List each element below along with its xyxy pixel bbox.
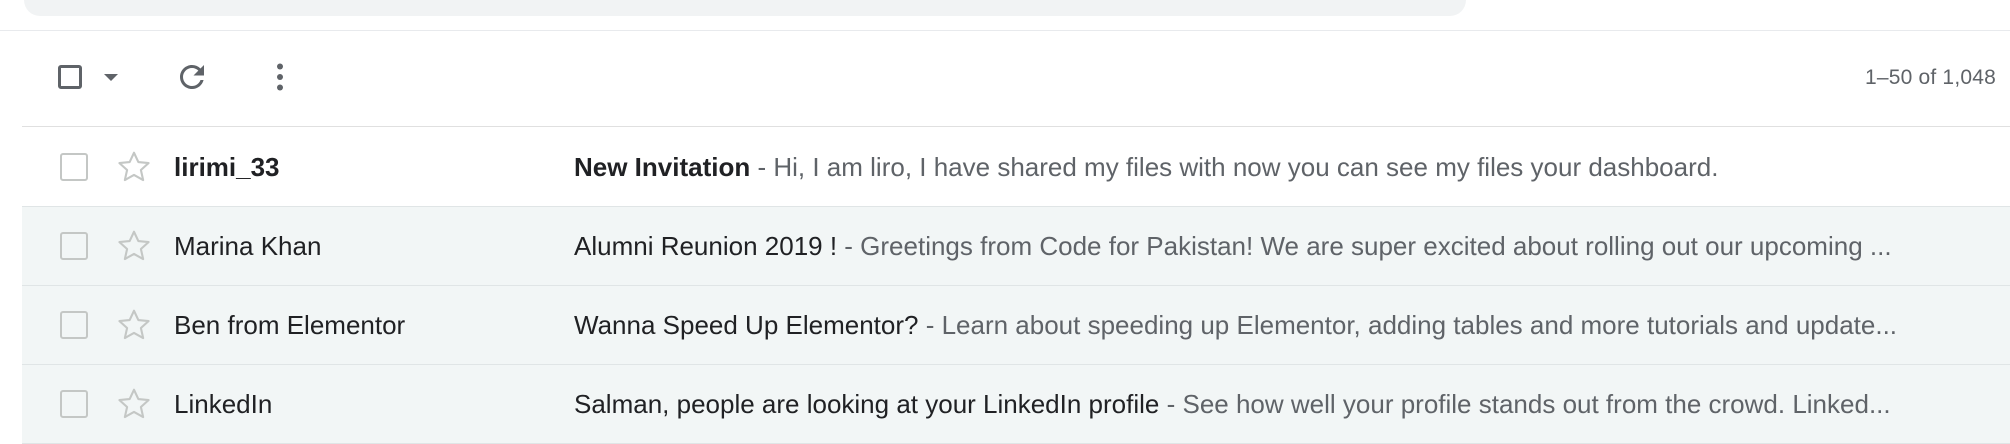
row-checkbox[interactable] xyxy=(60,390,88,418)
email-sender: Marina Khan xyxy=(174,231,322,261)
email-content: Wanna Speed Up Elementor? - Learn about … xyxy=(574,310,2010,341)
email-sender: lirimi_33 xyxy=(174,152,280,182)
select-all-checkbox[interactable] xyxy=(58,65,82,89)
row-checkbox[interactable] xyxy=(60,232,88,260)
email-subject: New Invitation xyxy=(574,152,751,182)
star-icon[interactable] xyxy=(116,386,152,422)
email-subject: Alumni Reunion 2019 ! xyxy=(574,231,838,261)
email-subject: Salman, people are looking at your Linke… xyxy=(574,389,1160,419)
star-icon[interactable] xyxy=(116,149,152,185)
email-row[interactable]: Ben from Elementor Wanna Speed Up Elemen… xyxy=(22,286,2010,365)
star-icon[interactable] xyxy=(116,307,152,343)
email-content: Alumni Reunion 2019 ! - Greetings from C… xyxy=(574,231,2010,262)
email-row[interactable]: lirimi_33 New Invitation - Hi, I am liro… xyxy=(22,128,2010,207)
more-vert-icon[interactable] xyxy=(262,59,298,95)
caret-down-icon[interactable] xyxy=(102,73,120,83)
email-sender: LinkedIn xyxy=(174,389,273,419)
star-icon[interactable] xyxy=(116,228,152,264)
mail-toolbar: 1–50 of 1,048 xyxy=(22,31,2010,127)
email-sender: Ben from Elementor xyxy=(174,310,406,340)
row-checkbox[interactable] xyxy=(60,153,88,181)
refresh-icon[interactable] xyxy=(174,59,210,95)
email-snippet: - Hi, I am liro, I have shared my files … xyxy=(750,152,1719,182)
email-snippet: - Greetings from Code for Pakistan! We a… xyxy=(837,231,1892,261)
email-content: New Invitation - Hi, I am liro, I have s… xyxy=(574,152,2010,183)
email-subject: Wanna Speed Up Elementor? xyxy=(574,310,919,340)
search-bar[interactable] xyxy=(24,0,1466,16)
email-snippet: - Learn about speeding up Elementor, add… xyxy=(918,310,1898,340)
pagination-text: 1–50 of 1,048 xyxy=(1864,66,1996,89)
email-row[interactable]: Marina Khan Alumni Reunion 2019 ! - Gree… xyxy=(22,207,2010,286)
email-list: lirimi_33 New Invitation - Hi, I am liro… xyxy=(22,128,2010,444)
email-content: Salman, people are looking at your Linke… xyxy=(574,389,2010,420)
row-checkbox[interactable] xyxy=(60,311,88,339)
email-snippet: - See how well your profile stands out f… xyxy=(1159,389,1891,419)
email-row[interactable]: LinkedIn Salman, people are looking at y… xyxy=(22,365,2010,444)
